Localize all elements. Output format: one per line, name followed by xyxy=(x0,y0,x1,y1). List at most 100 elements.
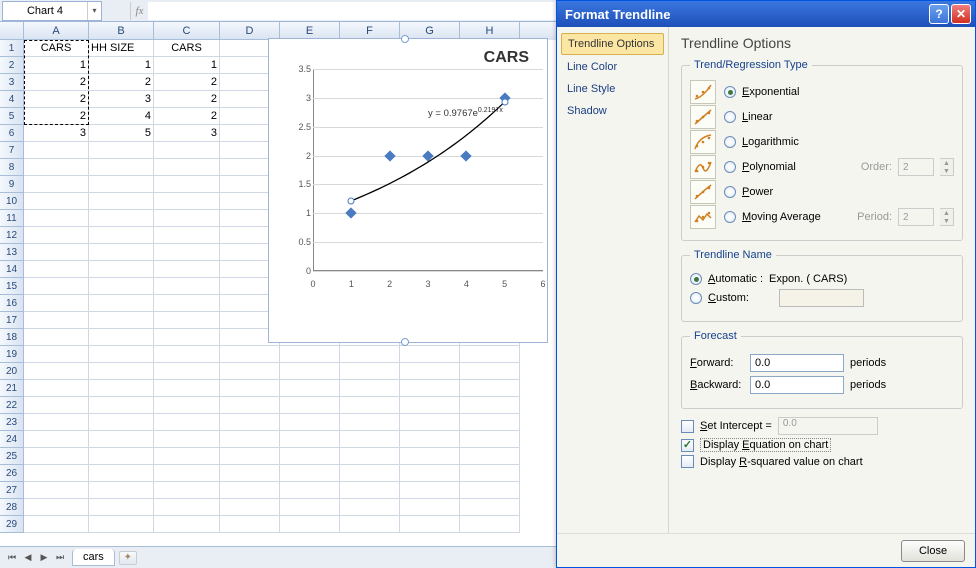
cell[interactable] xyxy=(89,142,154,159)
row-header[interactable]: 19 xyxy=(0,346,24,363)
cell[interactable] xyxy=(154,193,220,210)
plot-area[interactable]: 00.511.522.533.50123456y = 0.9767e0.2197… xyxy=(295,69,543,289)
cell[interactable] xyxy=(220,482,280,499)
cell[interactable] xyxy=(340,414,400,431)
cell[interactable] xyxy=(154,227,220,244)
cell[interactable]: 2 xyxy=(24,91,89,108)
close-x-button[interactable]: ✕ xyxy=(951,4,971,24)
cell[interactable] xyxy=(460,346,520,363)
cell[interactable] xyxy=(24,176,89,193)
sidebar-item-line-style[interactable]: Line Style xyxy=(561,79,664,99)
cell[interactable] xyxy=(89,261,154,278)
cell[interactable] xyxy=(154,363,220,380)
row-header[interactable]: 9 xyxy=(0,176,24,193)
cell[interactable] xyxy=(24,516,89,533)
cell[interactable]: 3 xyxy=(154,125,220,142)
linear-radio[interactable] xyxy=(724,111,736,123)
name-custom-radio[interactable] xyxy=(690,292,702,304)
cell[interactable] xyxy=(280,397,340,414)
cell[interactable] xyxy=(220,414,280,431)
cell[interactable] xyxy=(154,380,220,397)
row-header[interactable]: 1 xyxy=(0,40,24,57)
cell[interactable]: 3 xyxy=(24,125,89,142)
cell[interactable] xyxy=(154,397,220,414)
cell[interactable] xyxy=(89,329,154,346)
cell[interactable] xyxy=(154,295,220,312)
cell[interactable] xyxy=(340,363,400,380)
row-header[interactable]: 22 xyxy=(0,397,24,414)
cell[interactable] xyxy=(460,380,520,397)
row-header[interactable]: 14 xyxy=(0,261,24,278)
cell[interactable] xyxy=(89,312,154,329)
exponential-radio[interactable] xyxy=(724,86,736,98)
row-header[interactable]: 4 xyxy=(0,91,24,108)
cell[interactable] xyxy=(24,380,89,397)
cell[interactable] xyxy=(24,295,89,312)
embedded-chart[interactable]: CARS 00.511.522.533.50123456y = 0.9767e0… xyxy=(268,38,548,343)
cell[interactable] xyxy=(24,261,89,278)
row-header[interactable]: 7 xyxy=(0,142,24,159)
cell[interactable] xyxy=(400,397,460,414)
cell[interactable]: 2 xyxy=(24,74,89,91)
cell[interactable] xyxy=(89,414,154,431)
logarithmic-radio[interactable] xyxy=(724,136,736,148)
cell[interactable] xyxy=(460,397,520,414)
cell[interactable] xyxy=(154,312,220,329)
cell[interactable] xyxy=(220,448,280,465)
cell[interactable] xyxy=(89,448,154,465)
cell[interactable]: HH SIZE xyxy=(89,40,154,57)
cell[interactable] xyxy=(24,193,89,210)
cell[interactable] xyxy=(460,499,520,516)
cell[interactable] xyxy=(24,312,89,329)
cell[interactable] xyxy=(24,329,89,346)
cell[interactable] xyxy=(24,227,89,244)
cell[interactable] xyxy=(24,210,89,227)
row-header[interactable]: 5 xyxy=(0,108,24,125)
name-custom-input[interactable] xyxy=(779,289,864,307)
cell[interactable] xyxy=(340,448,400,465)
cell[interactable] xyxy=(24,414,89,431)
row-header[interactable]: 18 xyxy=(0,329,24,346)
cell[interactable] xyxy=(154,261,220,278)
row-header[interactable]: 3 xyxy=(0,74,24,91)
new-sheet-icon[interactable]: ✦ xyxy=(119,551,137,565)
cell[interactable] xyxy=(400,499,460,516)
cell[interactable] xyxy=(154,499,220,516)
row-header[interactable]: 26 xyxy=(0,465,24,482)
cell[interactable] xyxy=(460,448,520,465)
row-header[interactable]: 6 xyxy=(0,125,24,142)
cell[interactable] xyxy=(280,482,340,499)
row-header[interactable]: 21 xyxy=(0,380,24,397)
cell[interactable] xyxy=(340,397,400,414)
cell[interactable] xyxy=(89,397,154,414)
row-header[interactable]: 2 xyxy=(0,57,24,74)
cell[interactable] xyxy=(89,363,154,380)
cell[interactable] xyxy=(154,346,220,363)
row-header[interactable]: 8 xyxy=(0,159,24,176)
cell[interactable] xyxy=(280,516,340,533)
sidebar-item-shadow[interactable]: Shadow xyxy=(561,101,664,121)
cell[interactable] xyxy=(89,431,154,448)
tab-first-icon[interactable]: ⏮ xyxy=(4,550,20,566)
cell[interactable] xyxy=(89,380,154,397)
cell[interactable] xyxy=(340,482,400,499)
cell[interactable] xyxy=(400,414,460,431)
cell[interactable]: 5 xyxy=(89,125,154,142)
sidebar-item-line-color[interactable]: Line Color xyxy=(561,57,664,77)
cell[interactable]: 2 xyxy=(154,74,220,91)
cell[interactable] xyxy=(154,176,220,193)
cell[interactable] xyxy=(154,482,220,499)
cell[interactable] xyxy=(24,142,89,159)
dialog-titlebar[interactable]: Format Trendline ? ✕ xyxy=(557,1,975,27)
name-automatic-radio[interactable] xyxy=(690,273,702,285)
cell[interactable] xyxy=(24,499,89,516)
cell[interactable]: CARS xyxy=(154,40,220,57)
cell[interactable] xyxy=(340,499,400,516)
row-header[interactable]: 28 xyxy=(0,499,24,516)
cell[interactable] xyxy=(280,346,340,363)
cell[interactable]: 2 xyxy=(154,91,220,108)
cell[interactable] xyxy=(24,346,89,363)
cell[interactable] xyxy=(220,397,280,414)
cell[interactable] xyxy=(89,295,154,312)
row-header[interactable]: 10 xyxy=(0,193,24,210)
